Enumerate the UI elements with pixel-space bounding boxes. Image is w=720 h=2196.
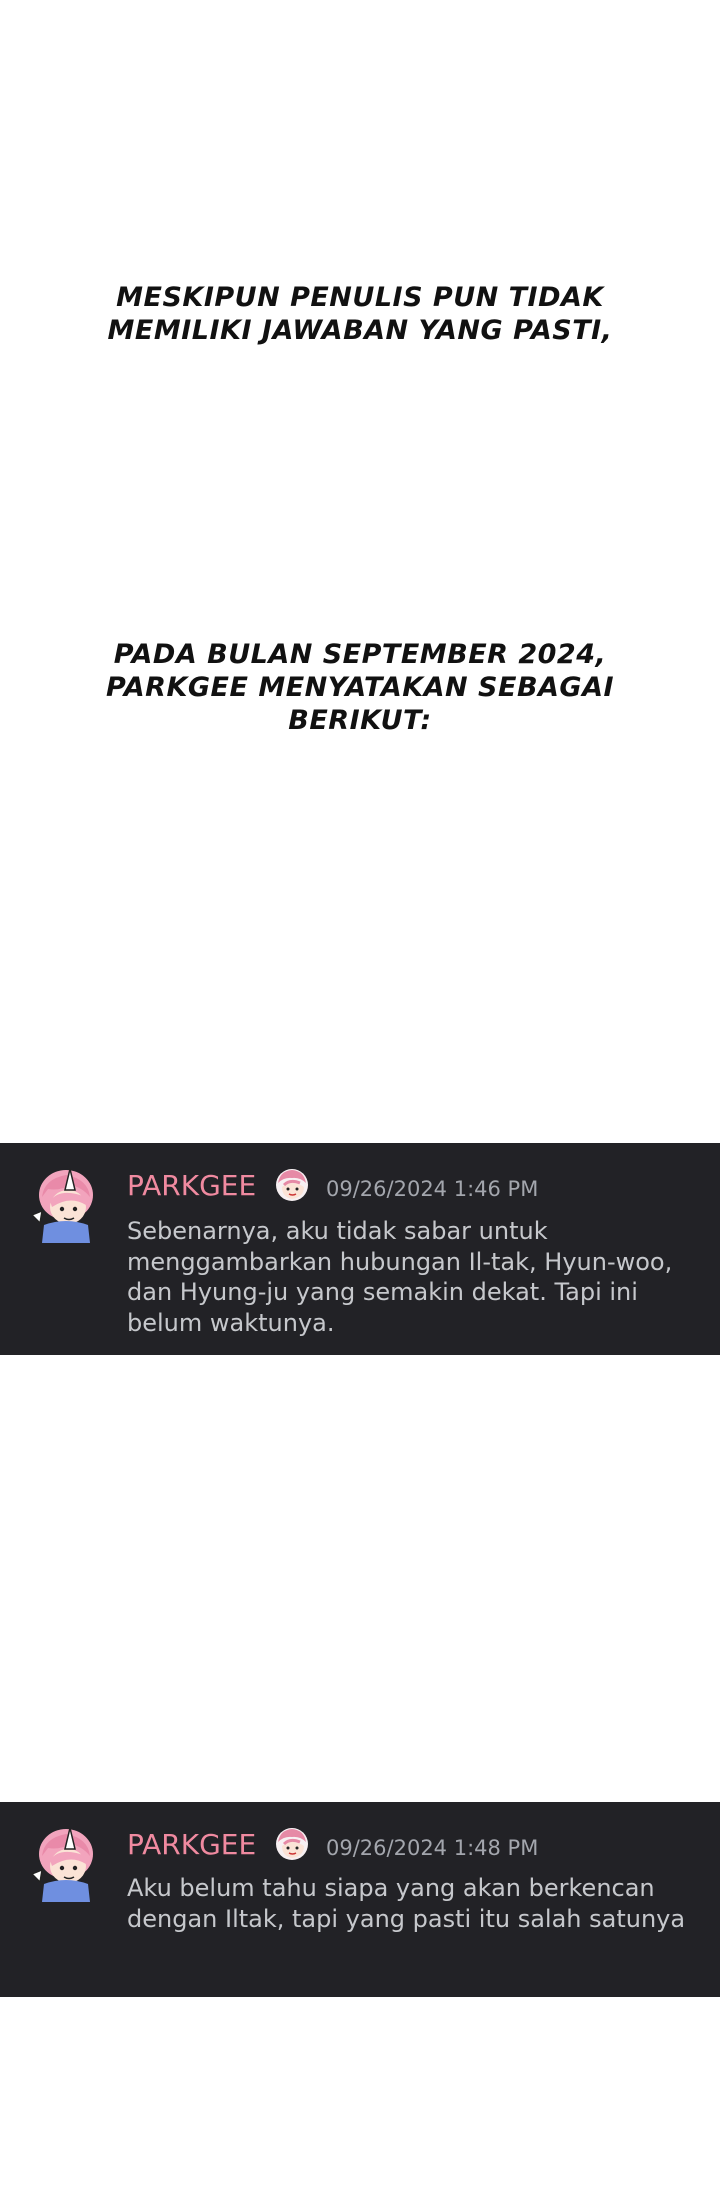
timestamp: 09/26/2024 1:48 PM (326, 1836, 539, 1860)
message-line: dan Hyung-ju yang semakin dekat. Tapi in… (127, 1278, 638, 1306)
caption-text-1: MESKIPUN PENULIS PUN TIDAK MEMILIKI JAWA… (0, 281, 720, 347)
message-text: Sebenarnya, aku tidak sabar untuk mengga… (127, 1216, 697, 1338)
username[interactable]: PARKGEE (127, 1169, 256, 1202)
chat-message-panel-1: PARKGEE 09/26/2024 1:46 PM Sebenarnya, a… (0, 1143, 720, 1355)
caption-line: PADA BULAN SEPTEMBER 2024, (113, 639, 607, 670)
message-line: menggambarkan hubungan Il-tak, Hyun-woo, (127, 1247, 673, 1276)
avatar[interactable] (30, 1165, 102, 1245)
message-line: Aku belum tahu siapa yang akan berkencan (127, 1874, 655, 1902)
timestamp: 09/26/2024 1:46 PM (326, 1177, 539, 1201)
caption-line: PARKGEE MENYATAKAN SEBAGAI (105, 672, 615, 703)
character-head-badge-icon (276, 1828, 308, 1860)
message-line: belum waktunya. (127, 1308, 335, 1337)
caption-line: MEMILIKI JAWABAN YANG PASTI, (107, 315, 613, 346)
caption-text-2: PADA BULAN SEPTEMBER 2024, PARKGEE MENYA… (0, 638, 720, 737)
message-text: Aku belum tahu siapa yang akan berkencan… (127, 1873, 697, 1934)
message-line: Sebenarnya, aku tidak sabar untuk (127, 1217, 548, 1245)
character-head-badge-icon (276, 1169, 308, 1201)
username[interactable]: PARKGEE (127, 1828, 256, 1861)
chat-message-panel-2: PARKGEE 09/26/2024 1:48 PM Aku belum tah… (0, 1802, 720, 1997)
avatar[interactable] (30, 1824, 102, 1904)
caption-line: BERIKUT: (288, 705, 432, 736)
message-line: dengan Iltak, tapi yang pasti itu salah … (127, 1904, 686, 1933)
caption-line: MESKIPUN PENULIS PUN TIDAK (116, 282, 604, 313)
